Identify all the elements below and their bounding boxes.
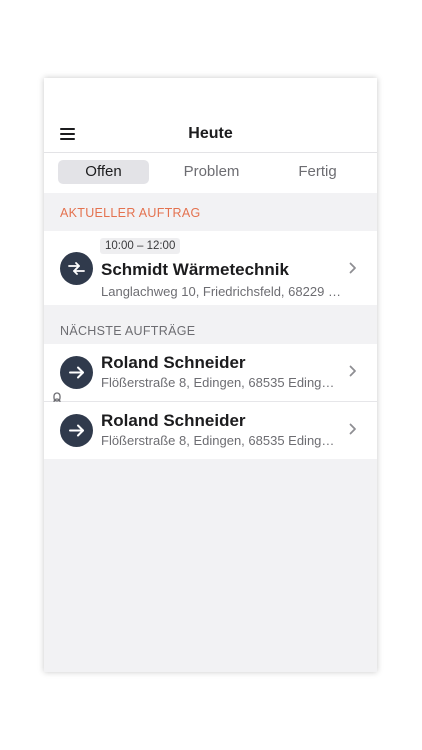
page-title: Heute [188, 125, 233, 142]
navigation-bar: Heute [44, 78, 377, 153]
customer-address: Flößerstraße 8, Edingen, 68535 Edingen-N… [101, 433, 341, 448]
next-job-row[interactable]: Roland Schneider Flößerstraße 8, Edingen… [44, 344, 377, 402]
current-job-section-header: AKTUELLER AUFTRAG [44, 195, 377, 231]
tab-fertig[interactable]: Fertig [272, 160, 363, 184]
in-progress-arrows-icon [60, 252, 93, 285]
customer-name: Roland Schneider [101, 411, 246, 430]
customer-address: Flößerstraße 8, Edingen, 68535 Edingen-N… [101, 375, 341, 390]
current-job-row[interactable]: 10:00 – 12:00 Schmidt Wärmetechnik Langl… [44, 231, 377, 305]
arrow-right-icon [60, 414, 93, 447]
tab-problem[interactable]: Problem [166, 160, 257, 184]
arrow-right-icon [60, 356, 93, 389]
chevron-right-icon [349, 423, 356, 435]
app-screen: Heute Offen Problem Fertig AKTUELLER AUF… [44, 78, 377, 672]
tab-offen[interactable]: Offen [58, 160, 149, 184]
customer-address: Langlachweg 10, Friedrichsfeld, 68229 Ma… [101, 284, 341, 299]
customer-name: Roland Schneider [101, 353, 246, 372]
chevron-right-icon [349, 365, 356, 377]
customer-name: Schmidt Wärmetechnik [101, 260, 289, 279]
status-segmented-control: Offen Problem Fertig [44, 153, 377, 193]
chevron-right-icon [349, 262, 356, 274]
time-window-badge: 10:00 – 12:00 [100, 238, 181, 254]
next-job-row[interactable]: Roland Schneider Flößerstraße 8, Edingen… [44, 402, 377, 459]
